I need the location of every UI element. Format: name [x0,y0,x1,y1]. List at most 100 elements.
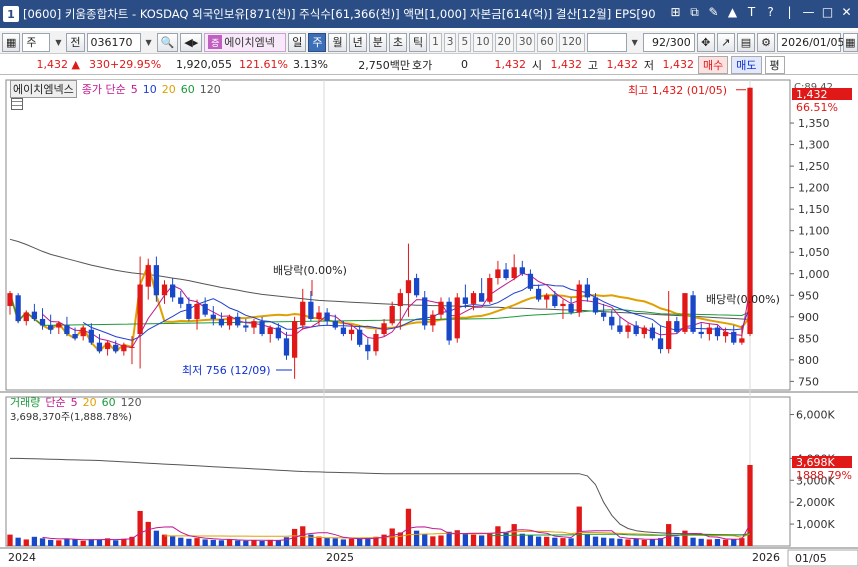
volume-bar [348,538,355,546]
code-dropdown-icon[interactable]: ▼ [143,38,155,47]
candle-body [422,297,428,326]
current-price-value: 1,432 [36,58,69,71]
separator-icon: | [787,5,792,19]
volume-bar [153,530,160,546]
chevron-down-icon[interactable]: ▼ [52,38,64,47]
interval-dropdown-icon[interactable]: ▼ [629,38,641,47]
last-volume-label: 3,698K [796,456,835,469]
volume-bar [568,538,574,546]
last-price-label: 1,432 [796,88,828,101]
settings-gear-icon[interactable]: ⚙ [757,32,776,52]
tab-second[interactable]: 초 [388,32,407,52]
grid-menu-button[interactable]: ▦ [2,32,21,52]
candle-body [300,301,306,326]
volume-bar [625,539,631,546]
interval-1[interactable]: 1 [429,32,442,52]
draw-tool-button[interactable]: ↗ [716,32,735,52]
interval-20[interactable]: 20 [494,32,514,52]
tab-tick[interactable]: 틱 [408,32,428,52]
search-button[interactable]: 🔍 [156,32,179,52]
candle-body [226,316,233,326]
tab-day[interactable]: 일 [288,32,307,52]
restore-icon[interactable]: ⧉ [687,5,702,20]
edit-icon[interactable]: ✎ [706,5,721,20]
candle-body [15,295,21,322]
volume-bar [462,533,469,546]
date-input[interactable]: 2026/01/05 [777,32,845,52]
tab-minute[interactable]: 분 [368,32,387,52]
candle-body [714,327,721,337]
candle-body [161,284,168,296]
candle-body [373,334,379,352]
candle-body [283,338,290,356]
price-legend: 에이치엠넥스 종가 단순 5 10 20 60 120 [10,80,221,98]
save-button[interactable]: ▤ [736,32,756,52]
price-legend-name[interactable]: 에이치엠넥스 [10,80,77,98]
ma10-label: 10 [142,82,157,96]
price-tick-label: 900 [798,311,819,324]
volume-bar [714,538,721,546]
interval-10[interactable]: 10 [473,32,493,52]
interval-5[interactable]: 5 [458,32,472,52]
sell-button[interactable]: 매도 [731,55,762,74]
volume-bar [226,539,233,546]
candle-body [535,288,542,300]
volume-bar [56,540,62,546]
candle-body [568,303,574,313]
candle-body [617,325,623,332]
volume-bar [674,536,680,546]
tab-month[interactable]: 월 [328,32,347,52]
interval-3[interactable]: 3 [443,32,457,52]
crosshair-button[interactable]: ✥ [696,32,715,52]
volume-bar [340,539,347,546]
stock-name-box[interactable]: 증 에이치엠넥 [204,32,287,52]
up-icon[interactable]: ▲ [725,5,740,20]
help-icon[interactable]: ? [763,5,778,20]
volume-bar [251,540,257,546]
tab-week[interactable]: 주 [308,32,327,52]
interval-120[interactable]: 120 [558,32,585,52]
candle-body [129,346,135,348]
eval-button[interactable]: 평 [764,55,785,74]
count-input[interactable]: 92/300 [642,32,695,52]
interval-60[interactable]: 60 [537,32,557,52]
volume-bar [470,534,477,546]
minimize-icon[interactable]: — [801,5,816,20]
buy-button[interactable]: 매수 [698,55,729,74]
candle-body [413,278,420,296]
volume-bar [48,539,54,546]
candle-body [584,284,591,298]
volume-bar [243,540,249,546]
candle-body [495,269,501,279]
price-tick-label: 1,200 [798,182,830,195]
candle-body [202,303,208,315]
sound-button[interactable]: ◀▸ [180,32,203,52]
stock-chart[interactable]: 1,350 1,300 1,250 1,200 1,150 1,100 1,050 1,000… [0,77,858,567]
candle-body [405,280,412,294]
stock-code-input[interactable]: 036170 [86,32,141,52]
grid-toggle-icon[interactable] [11,98,23,110]
interval-30[interactable]: 30 [515,32,536,52]
tile-icon[interactable]: ⊞ [668,5,683,20]
calendar-icon[interactable]: ▦ [843,32,858,52]
time-axis-label: 2025 [326,551,354,564]
volume-bar [88,539,94,546]
volume-bar [413,530,420,546]
ma120-label: 120 [199,82,221,96]
text-icon[interactable]: T [744,5,759,20]
hoga-label: 호가 [412,58,433,72]
maximize-icon[interactable]: □ [820,5,835,20]
candle-body [365,344,371,352]
interval-input[interactable] [586,32,627,52]
prev-button[interactable]: 전 [66,32,85,52]
close-icon[interactable]: ✕ [839,5,854,20]
volume-bar [15,537,21,546]
volume-bar [405,508,412,546]
volume-bar [145,521,151,546]
volume-bar [706,539,712,546]
date-value: 2026/01/05 [781,35,845,49]
price-tick-label: 950 [798,289,819,302]
candle-body [104,342,111,350]
tab-year[interactable]: 년 [348,32,367,52]
period-type-select[interactable]: 주 [22,32,51,52]
